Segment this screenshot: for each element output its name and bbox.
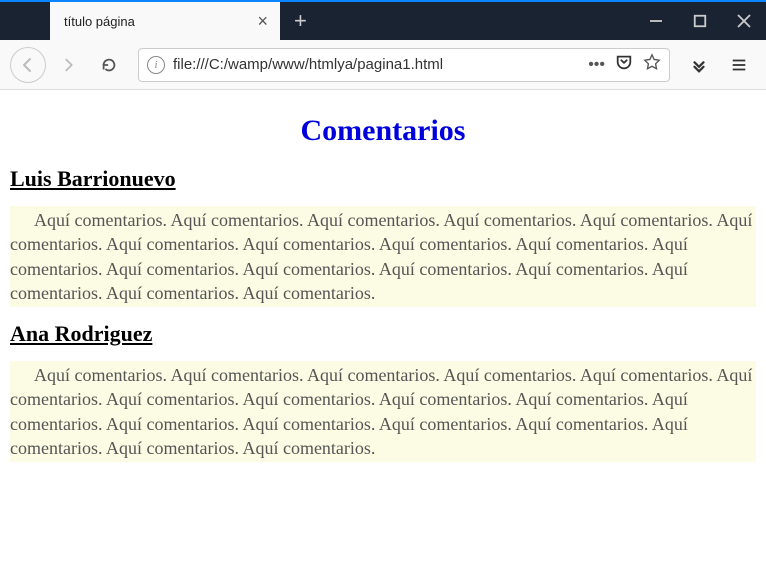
page-actions-icon[interactable]: ••• — [588, 56, 605, 74]
pocket-icon[interactable] — [615, 53, 633, 76]
new-tab-button[interactable]: + — [280, 2, 321, 40]
minimize-button[interactable] — [634, 2, 678, 40]
bookmark-star-icon[interactable] — [643, 53, 661, 76]
maximize-button[interactable] — [678, 2, 722, 40]
window-titlebar: título página × + — [0, 0, 766, 40]
menu-button[interactable] — [722, 48, 756, 82]
window-controls — [634, 2, 766, 40]
overflow-button[interactable] — [682, 48, 716, 82]
url-input[interactable] — [173, 56, 580, 73]
address-bar[interactable]: i ••• — [138, 48, 670, 82]
author-heading: Ana Rodriguez — [10, 321, 756, 347]
close-window-button[interactable] — [722, 2, 766, 40]
page-content: Comentarios Luis Barrionuevo Aquí coment… — [0, 90, 766, 577]
site-info-icon[interactable]: i — [147, 56, 165, 74]
browser-tab[interactable]: título página × — [50, 2, 280, 40]
page-heading: Comentarios — [10, 114, 756, 148]
comment-paragraph: Aquí comentarios. Aquí comentarios. Aquí… — [10, 361, 756, 462]
back-button[interactable] — [10, 47, 46, 83]
browser-toolbar: i ••• — [0, 40, 766, 90]
url-actions: ••• — [588, 53, 661, 76]
comment-paragraph: Aquí comentarios. Aquí comentarios. Aquí… — [10, 206, 756, 307]
reload-button[interactable] — [92, 48, 126, 82]
tab-close-icon[interactable]: × — [255, 10, 270, 32]
author-heading: Luis Barrionuevo — [10, 166, 756, 192]
forward-button[interactable] — [52, 48, 86, 82]
tab-title: título página — [64, 14, 245, 29]
